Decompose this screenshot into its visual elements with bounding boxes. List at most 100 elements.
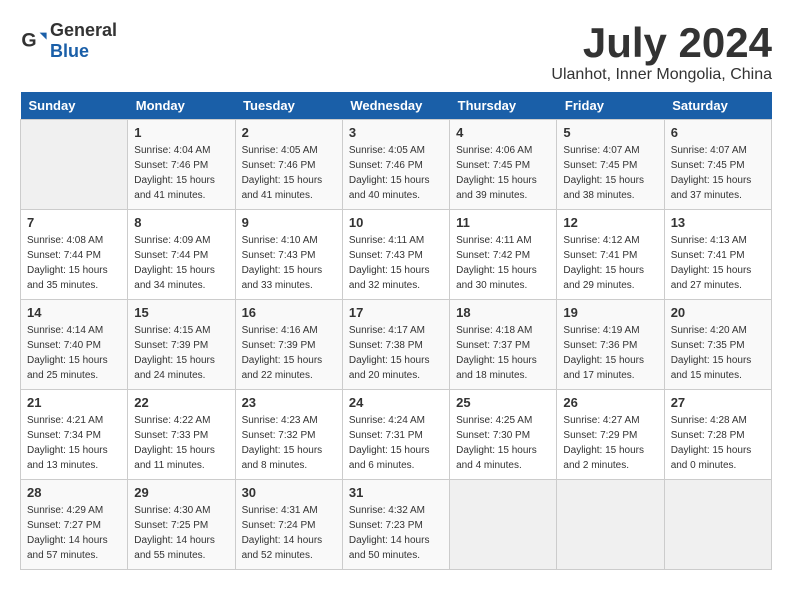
calendar-cell: 3 Sunrise: 4:05 AMSunset: 7:46 PMDayligh… xyxy=(342,120,449,210)
logo-general-text: General xyxy=(50,20,117,40)
day-number: 23 xyxy=(242,395,336,410)
day-number: 11 xyxy=(456,215,550,230)
day-detail: Sunrise: 4:11 AMSunset: 7:43 PMDaylight:… xyxy=(349,233,443,293)
day-detail: Sunrise: 4:27 AMSunset: 7:29 PMDaylight:… xyxy=(563,413,657,473)
calendar-cell: 9 Sunrise: 4:10 AMSunset: 7:43 PMDayligh… xyxy=(235,210,342,300)
calendar-header-row: SundayMondayTuesdayWednesdayThursdayFrid… xyxy=(21,92,772,120)
day-number: 10 xyxy=(349,215,443,230)
logo: G General Blue xyxy=(20,20,117,62)
day-detail: Sunrise: 4:05 AMSunset: 7:46 PMDaylight:… xyxy=(349,143,443,203)
day-detail: Sunrise: 4:30 AMSunset: 7:25 PMDaylight:… xyxy=(134,503,228,563)
day-number: 14 xyxy=(27,305,121,320)
day-number: 26 xyxy=(563,395,657,410)
calendar-cell: 17 Sunrise: 4:17 AMSunset: 7:38 PMDaylig… xyxy=(342,300,449,390)
day-header-sunday: Sunday xyxy=(21,92,128,120)
day-detail: Sunrise: 4:22 AMSunset: 7:33 PMDaylight:… xyxy=(134,413,228,473)
day-detail: Sunrise: 4:24 AMSunset: 7:31 PMDaylight:… xyxy=(349,413,443,473)
day-number: 30 xyxy=(242,485,336,500)
day-number: 13 xyxy=(671,215,765,230)
day-detail: Sunrise: 4:06 AMSunset: 7:45 PMDaylight:… xyxy=(456,143,550,203)
calendar-cell: 21 Sunrise: 4:21 AMSunset: 7:34 PMDaylig… xyxy=(21,390,128,480)
calendar-week-row: 21 Sunrise: 4:21 AMSunset: 7:34 PMDaylig… xyxy=(21,390,772,480)
calendar-cell xyxy=(21,120,128,210)
logo-icon: G xyxy=(20,27,48,55)
calendar-cell: 25 Sunrise: 4:25 AMSunset: 7:30 PMDaylig… xyxy=(450,390,557,480)
day-detail: Sunrise: 4:16 AMSunset: 7:39 PMDaylight:… xyxy=(242,323,336,383)
calendar-cell xyxy=(557,480,664,570)
day-number: 15 xyxy=(134,305,228,320)
calendar-week-row: 1 Sunrise: 4:04 AMSunset: 7:46 PMDayligh… xyxy=(21,120,772,210)
svg-text:G: G xyxy=(21,30,36,52)
calendar-cell: 27 Sunrise: 4:28 AMSunset: 7:28 PMDaylig… xyxy=(664,390,771,480)
day-number: 4 xyxy=(456,125,550,140)
calendar-cell: 5 Sunrise: 4:07 AMSunset: 7:45 PMDayligh… xyxy=(557,120,664,210)
day-number: 28 xyxy=(27,485,121,500)
day-number: 27 xyxy=(671,395,765,410)
day-detail: Sunrise: 4:32 AMSunset: 7:23 PMDaylight:… xyxy=(349,503,443,563)
day-number: 18 xyxy=(456,305,550,320)
day-header-saturday: Saturday xyxy=(664,92,771,120)
day-detail: Sunrise: 4:12 AMSunset: 7:41 PMDaylight:… xyxy=(563,233,657,293)
calendar-cell: 30 Sunrise: 4:31 AMSunset: 7:24 PMDaylig… xyxy=(235,480,342,570)
day-detail: Sunrise: 4:18 AMSunset: 7:37 PMDaylight:… xyxy=(456,323,550,383)
title-section: July 2024 Ulanhot, Inner Mongolia, China xyxy=(551,20,772,84)
calendar-cell: 16 Sunrise: 4:16 AMSunset: 7:39 PMDaylig… xyxy=(235,300,342,390)
day-number: 2 xyxy=(242,125,336,140)
calendar-cell: 14 Sunrise: 4:14 AMSunset: 7:40 PMDaylig… xyxy=(21,300,128,390)
day-number: 3 xyxy=(349,125,443,140)
day-detail: Sunrise: 4:14 AMSunset: 7:40 PMDaylight:… xyxy=(27,323,121,383)
calendar-cell: 20 Sunrise: 4:20 AMSunset: 7:35 PMDaylig… xyxy=(664,300,771,390)
day-header-thursday: Thursday xyxy=(450,92,557,120)
calendar-cell: 11 Sunrise: 4:11 AMSunset: 7:42 PMDaylig… xyxy=(450,210,557,300)
day-header-monday: Monday xyxy=(128,92,235,120)
day-number: 19 xyxy=(563,305,657,320)
day-header-wednesday: Wednesday xyxy=(342,92,449,120)
calendar-cell: 22 Sunrise: 4:22 AMSunset: 7:33 PMDaylig… xyxy=(128,390,235,480)
calendar-cell: 24 Sunrise: 4:24 AMSunset: 7:31 PMDaylig… xyxy=(342,390,449,480)
calendar-week-row: 14 Sunrise: 4:14 AMSunset: 7:40 PMDaylig… xyxy=(21,300,772,390)
calendar-cell xyxy=(450,480,557,570)
day-detail: Sunrise: 4:05 AMSunset: 7:46 PMDaylight:… xyxy=(242,143,336,203)
logo-blue-text: Blue xyxy=(50,41,89,61)
day-detail: Sunrise: 4:23 AMSunset: 7:32 PMDaylight:… xyxy=(242,413,336,473)
calendar-cell: 23 Sunrise: 4:23 AMSunset: 7:32 PMDaylig… xyxy=(235,390,342,480)
day-header-tuesday: Tuesday xyxy=(235,92,342,120)
calendar-cell: 4 Sunrise: 4:06 AMSunset: 7:45 PMDayligh… xyxy=(450,120,557,210)
calendar-cell: 15 Sunrise: 4:15 AMSunset: 7:39 PMDaylig… xyxy=(128,300,235,390)
day-number: 8 xyxy=(134,215,228,230)
day-number: 16 xyxy=(242,305,336,320)
day-detail: Sunrise: 4:21 AMSunset: 7:34 PMDaylight:… xyxy=(27,413,121,473)
day-number: 31 xyxy=(349,485,443,500)
day-number: 21 xyxy=(27,395,121,410)
day-number: 24 xyxy=(349,395,443,410)
day-detail: Sunrise: 4:28 AMSunset: 7:28 PMDaylight:… xyxy=(671,413,765,473)
day-number: 20 xyxy=(671,305,765,320)
calendar-cell: 31 Sunrise: 4:32 AMSunset: 7:23 PMDaylig… xyxy=(342,480,449,570)
day-detail: Sunrise: 4:15 AMSunset: 7:39 PMDaylight:… xyxy=(134,323,228,383)
day-detail: Sunrise: 4:13 AMSunset: 7:41 PMDaylight:… xyxy=(671,233,765,293)
calendar-cell: 8 Sunrise: 4:09 AMSunset: 7:44 PMDayligh… xyxy=(128,210,235,300)
calendar-cell: 1 Sunrise: 4:04 AMSunset: 7:46 PMDayligh… xyxy=(128,120,235,210)
calendar-cell: 10 Sunrise: 4:11 AMSunset: 7:43 PMDaylig… xyxy=(342,210,449,300)
calendar-cell: 2 Sunrise: 4:05 AMSunset: 7:46 PMDayligh… xyxy=(235,120,342,210)
calendar-cell: 28 Sunrise: 4:29 AMSunset: 7:27 PMDaylig… xyxy=(21,480,128,570)
calendar-cell xyxy=(664,480,771,570)
calendar-cell: 13 Sunrise: 4:13 AMSunset: 7:41 PMDaylig… xyxy=(664,210,771,300)
calendar-cell: 6 Sunrise: 4:07 AMSunset: 7:45 PMDayligh… xyxy=(664,120,771,210)
calendar-cell: 18 Sunrise: 4:18 AMSunset: 7:37 PMDaylig… xyxy=(450,300,557,390)
day-number: 29 xyxy=(134,485,228,500)
calendar-cell: 7 Sunrise: 4:08 AMSunset: 7:44 PMDayligh… xyxy=(21,210,128,300)
day-detail: Sunrise: 4:10 AMSunset: 7:43 PMDaylight:… xyxy=(242,233,336,293)
day-detail: Sunrise: 4:31 AMSunset: 7:24 PMDaylight:… xyxy=(242,503,336,563)
month-title: July 2024 xyxy=(551,20,772,66)
day-number: 17 xyxy=(349,305,443,320)
day-number: 25 xyxy=(456,395,550,410)
day-number: 6 xyxy=(671,125,765,140)
calendar-week-row: 28 Sunrise: 4:29 AMSunset: 7:27 PMDaylig… xyxy=(21,480,772,570)
day-number: 9 xyxy=(242,215,336,230)
calendar-cell: 12 Sunrise: 4:12 AMSunset: 7:41 PMDaylig… xyxy=(557,210,664,300)
day-number: 5 xyxy=(563,125,657,140)
header: G General Blue July 2024 Ulanhot, Inner … xyxy=(20,20,772,84)
day-number: 12 xyxy=(563,215,657,230)
day-header-friday: Friday xyxy=(557,92,664,120)
